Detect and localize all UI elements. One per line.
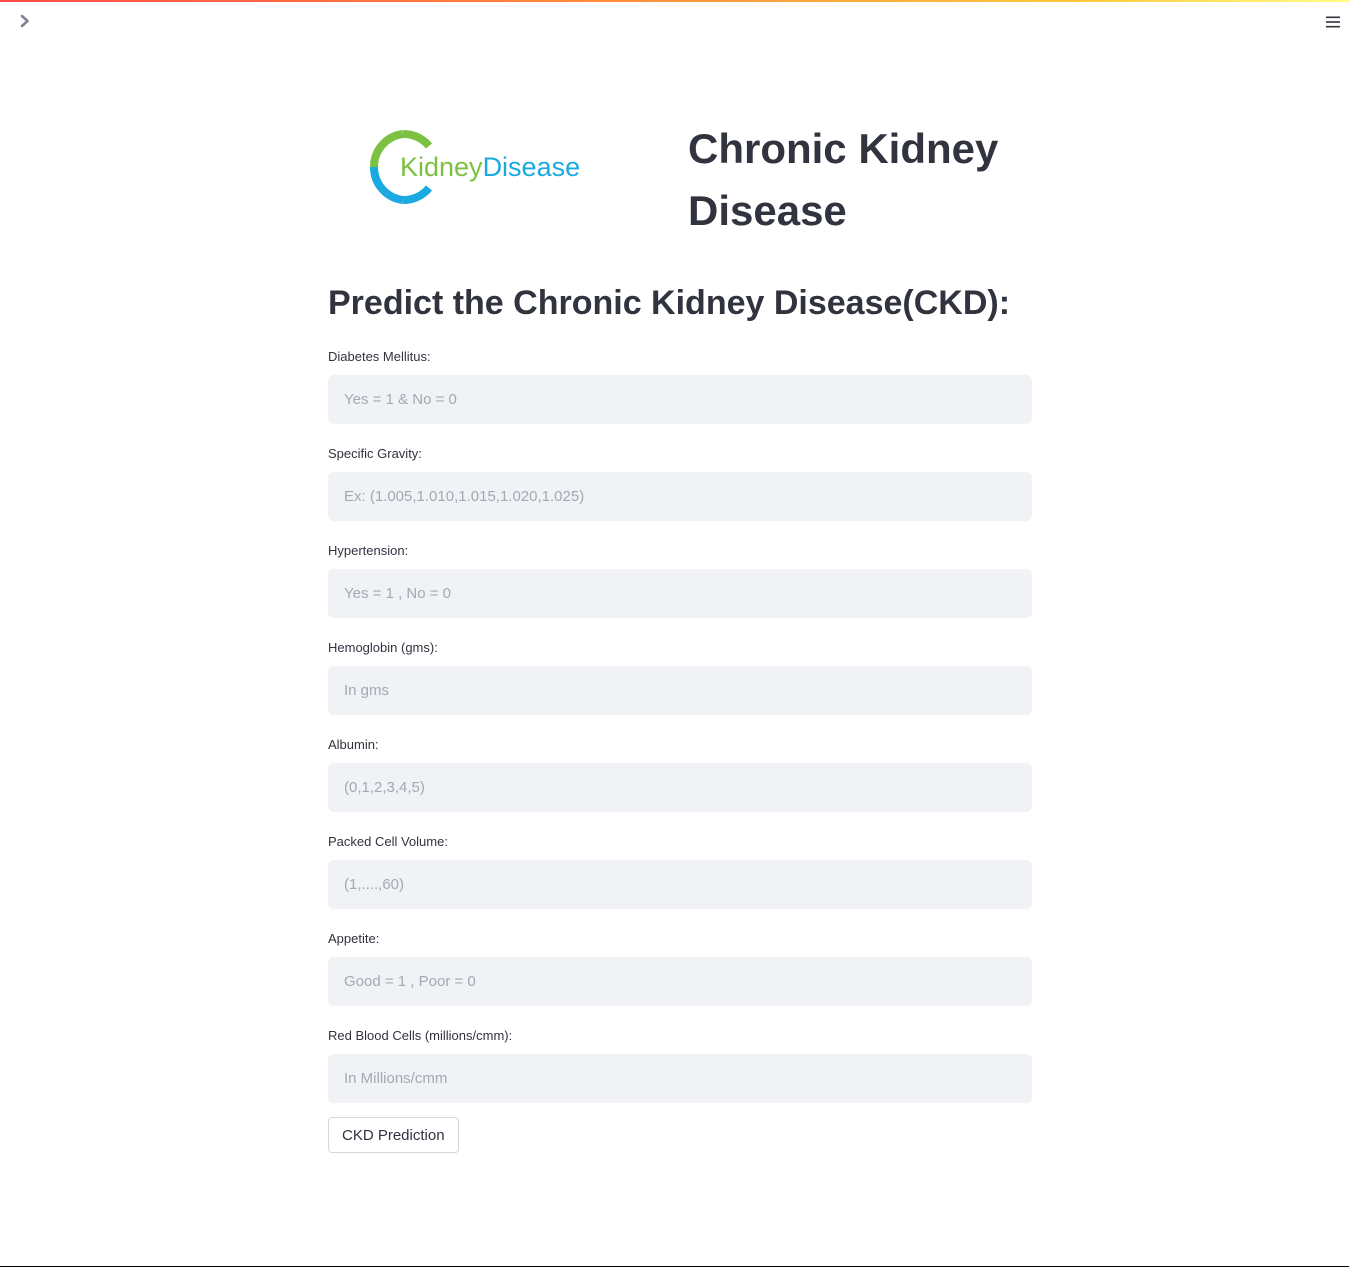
ckd-prediction-button[interactable]: CKD Prediction (328, 1117, 459, 1153)
field-label: Diabetes Mellitus: (328, 349, 431, 364)
hypertension-input[interactable] (328, 569, 1032, 618)
field-label: Red Blood Cells (millions/cmm): (328, 1028, 513, 1043)
field-label: Hypertension: (328, 543, 409, 558)
hamburger-menu-icon (1325, 15, 1341, 34)
field-label: Albumin: (328, 737, 379, 752)
section-heading: Predict the Chronic Kidney Disease(CKD): (328, 284, 1011, 322)
page-title: Chronic Kidney Disease (688, 125, 999, 234)
diabetes-mellitus-input[interactable] (328, 375, 1032, 424)
field-red-blood-cells: Red Blood Cells (millions/cmm): (328, 1024, 1032, 1121)
sidebar-toggle-button[interactable] (14, 12, 36, 34)
field-diabetes-mellitus: Diabetes Mellitus: (328, 345, 1032, 442)
header-row: KidneyDisease Chronic Kidney Disease (328, 118, 1032, 248)
appetite-input[interactable] (328, 957, 1032, 1006)
kidney-disease-logo: KidneyDisease (369, 128, 596, 206)
prediction-form: Diabetes Mellitus: Specific Gravity: Hyp… (328, 345, 1032, 1121)
field-label: Specific Gravity: (328, 446, 422, 461)
field-appetite: Appetite: (328, 927, 1032, 1024)
logo-word-disease: Disease (483, 152, 581, 182)
packed-cell-volume-input[interactable] (328, 860, 1032, 909)
field-hypertension: Hypertension: (328, 539, 1032, 636)
logo-text: KidneyDisease (400, 152, 580, 182)
logo-word-kidney: Kidney (400, 152, 483, 182)
field-label: Hemoglobin (gms): (328, 640, 438, 655)
field-packed-cell-volume: Packed Cell Volume: (328, 830, 1032, 927)
albumin-input[interactable] (328, 763, 1032, 812)
chevron-right-icon (19, 14, 31, 33)
main-menu-button[interactable] (1320, 12, 1346, 36)
hemoglobin-input[interactable] (328, 666, 1032, 715)
red-blood-cells-input[interactable] (328, 1054, 1032, 1103)
app-page: KidneyDisease Chronic Kidney Disease Pre… (0, 0, 1349, 1267)
specific-gravity-input[interactable] (328, 472, 1032, 521)
field-label: Appetite: (328, 931, 380, 946)
field-label: Packed Cell Volume: (328, 834, 448, 849)
field-albumin: Albumin: (328, 733, 1032, 830)
field-specific-gravity: Specific Gravity: (328, 442, 1032, 539)
top-decoration-bar (0, 0, 1349, 2)
field-hemoglobin: Hemoglobin (gms): (328, 636, 1032, 733)
